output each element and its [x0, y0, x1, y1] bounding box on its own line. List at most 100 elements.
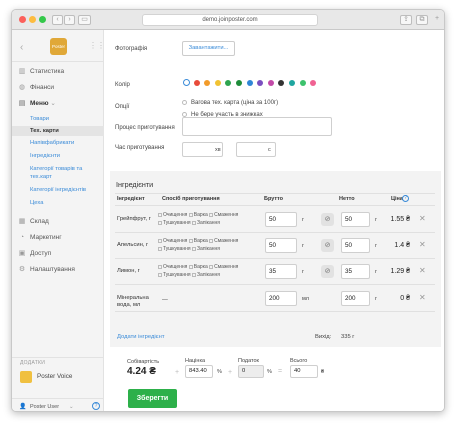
- clean-checkbox[interactable]: [158, 212, 162, 217]
- delete-icon[interactable]: ✕: [419, 294, 426, 302]
- stew-checkbox[interactable]: [158, 246, 162, 251]
- ingredient-name[interactable]: Мінеральна вода, мл: [117, 295, 157, 309]
- add-ingredient-link[interactable]: Додати інгредієнт: [117, 334, 164, 340]
- sidebar-item-statistics[interactable]: ▥ Статистика: [12, 66, 104, 78]
- sidebar-subitem-product-categories[interactable]: Категорії товарів та тех.карт: [12, 165, 92, 181]
- sidebar-item-settings[interactable]: ⚙ Налаштування: [12, 264, 104, 276]
- total-unit: ₴: [321, 369, 325, 375]
- save-button[interactable]: Зберегти: [128, 389, 177, 408]
- net-unit: г: [375, 269, 378, 275]
- clean-checkbox[interactable]: [158, 238, 162, 243]
- delete-icon[interactable]: ✕: [419, 241, 426, 249]
- gross-input[interactable]: 50: [265, 238, 297, 253]
- ingredient-name[interactable]: Лимон, г: [117, 268, 157, 275]
- markup-input[interactable]: 843.40: [185, 365, 213, 378]
- back-icon[interactable]: ‹: [52, 15, 63, 25]
- header-method: Спосіб приготування: [162, 196, 220, 202]
- sidebar-item-warehouse[interactable]: ▦ Склад: [12, 216, 104, 228]
- net-input[interactable]: 50: [341, 212, 370, 227]
- color-swatch[interactable]: [193, 80, 200, 86]
- price-help-icon[interactable]: ?: [402, 195, 409, 202]
- fry-checkbox[interactable]: [209, 212, 214, 217]
- new-tab-icon[interactable]: +: [432, 15, 442, 25]
- bake-checkbox[interactable]: [192, 272, 197, 277]
- forward-icon[interactable]: ›: [64, 15, 75, 25]
- delete-icon[interactable]: ✕: [419, 215, 426, 223]
- sidebar-item-access[interactable]: ▣ Доступ: [12, 248, 104, 260]
- help-icon[interactable]: ?: [92, 402, 100, 410]
- method-label: Варка: [193, 264, 208, 270]
- color-swatch[interactable]: [278, 80, 285, 86]
- total-input[interactable]: 40: [290, 365, 318, 378]
- gross-input[interactable]: 50: [265, 212, 297, 227]
- ingredient-name[interactable]: Апельсин, г: [117, 242, 157, 249]
- user-icon: 👤: [19, 404, 27, 410]
- sidebar-subitem-products[interactable]: Товари: [12, 115, 104, 123]
- sidebar-subitem-workshops[interactable]: Цеха: [12, 199, 104, 207]
- logo[interactable]: Poster: [50, 38, 67, 55]
- color-swatch[interactable]: [267, 80, 274, 86]
- color-swatch[interactable]: [214, 80, 221, 86]
- gross-input[interactable]: 200: [265, 291, 297, 306]
- sidebar-subitem-semi-finished[interactable]: Напівфабрикати: [12, 139, 104, 147]
- paperclip-icon[interactable]: ⊘: [321, 265, 334, 278]
- boil-checkbox[interactable]: [188, 212, 193, 217]
- fry-checkbox[interactable]: [209, 264, 214, 269]
- color-swatch[interactable]: [289, 80, 295, 86]
- tax-input[interactable]: 0: [238, 365, 264, 378]
- ingredient-name[interactable]: Грейпфрут, г: [117, 216, 157, 223]
- lock-icon: ▣: [18, 250, 26, 257]
- clean-checkbox[interactable]: [158, 264, 162, 269]
- boil-checkbox[interactable]: [188, 264, 193, 269]
- bake-checkbox[interactable]: [192, 220, 197, 225]
- sidebar-item-label: Маркетинг: [30, 234, 62, 241]
- net-input[interactable]: 35: [341, 264, 370, 279]
- color-swatch[interactable]: [204, 80, 211, 86]
- user-name[interactable]: Poster User: [30, 404, 59, 410]
- color-swatch[interactable]: [310, 80, 317, 86]
- share-icon[interactable]: ⇪: [400, 15, 412, 25]
- color-swatch[interactable]: [183, 79, 190, 86]
- net-input[interactable]: 50: [341, 238, 370, 253]
- zoom-window-button[interactable]: [39, 16, 46, 23]
- bake-checkbox[interactable]: [192, 246, 197, 251]
- delete-icon[interactable]: ✕: [419, 267, 426, 275]
- color-swatch[interactable]: [225, 80, 232, 86]
- address-bar[interactable]: demo.joinposter.com: [142, 14, 318, 26]
- fry-checkbox[interactable]: [209, 238, 214, 243]
- equals-sign: =: [278, 368, 283, 375]
- sidebar-subitem-tech-cards[interactable]: Тех. карти: [12, 127, 104, 135]
- chevron-down-icon[interactable]: ⌄: [69, 404, 74, 410]
- sidebar-subitem-ingredient-categories[interactable]: Категорії інгредієнтів: [12, 186, 104, 194]
- color-swatch[interactable]: [236, 80, 242, 86]
- upload-photo-button[interactable]: Завантажити...: [182, 41, 235, 56]
- ingredient-price: 0 ₴: [400, 295, 410, 302]
- output-value: 335 г: [341, 334, 355, 340]
- net-unit: г: [375, 217, 378, 223]
- method-label: Варка: [193, 238, 208, 244]
- stew-checkbox[interactable]: [158, 272, 162, 277]
- sidebar-item-finance[interactable]: ◍ Фінанси: [12, 82, 104, 94]
- paperclip-icon[interactable]: ⊘: [321, 239, 334, 252]
- sidebar-item-menu[interactable]: ▤ Меню ⌄: [12, 98, 104, 110]
- net-input[interactable]: 200: [341, 291, 370, 306]
- addon-poster-voice[interactable]: Poster Voice: [37, 373, 72, 380]
- collapse-sidebar-icon[interactable]: ‹: [20, 42, 23, 53]
- sidebar-toggle-icon[interactable]: ▭: [78, 15, 91, 25]
- stew-checkbox[interactable]: [158, 220, 162, 225]
- sidebar-subitem-ingredients[interactable]: Інгредієнти: [12, 152, 104, 160]
- weight-card-checkbox[interactable]: [182, 100, 187, 105]
- process-textarea[interactable]: [182, 117, 332, 136]
- tabs-icon[interactable]: ⧉: [416, 15, 428, 25]
- color-swatch[interactable]: [257, 80, 264, 86]
- boil-checkbox[interactable]: [188, 238, 193, 243]
- color-swatch[interactable]: [246, 80, 253, 86]
- gross-input[interactable]: 35: [265, 264, 297, 279]
- close-window-button[interactable]: [19, 16, 26, 23]
- minimize-window-button[interactable]: [29, 16, 36, 23]
- paperclip-icon[interactable]: ⊘: [321, 213, 334, 226]
- process-label: Процес приготування: [115, 125, 175, 131]
- apps-grid-icon[interactable]: ⋮⋮: [89, 42, 105, 50]
- color-swatch[interactable]: [299, 80, 306, 86]
- sidebar-item-marketing[interactable]: ◔ Маркетинг: [12, 232, 104, 244]
